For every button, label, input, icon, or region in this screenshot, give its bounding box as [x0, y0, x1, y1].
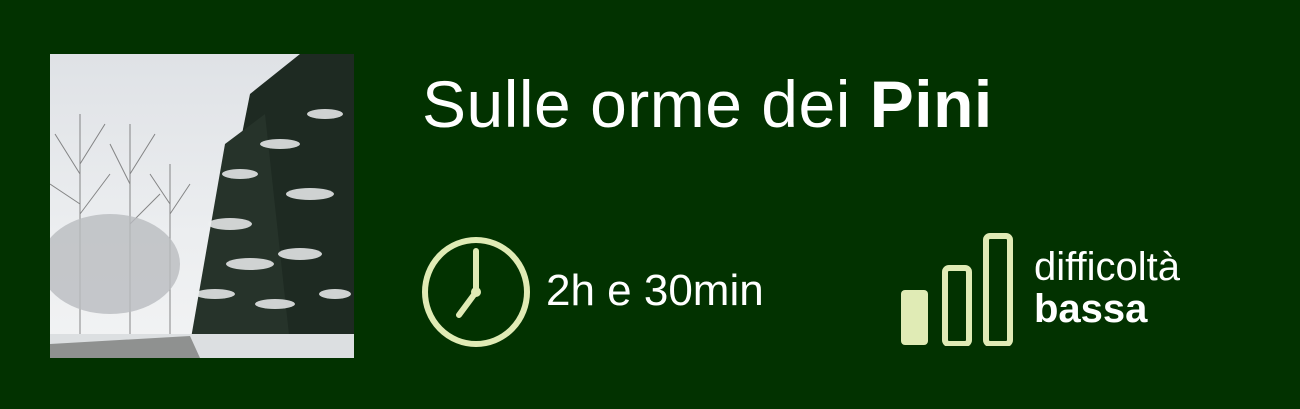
- difficulty-text: difficoltà bassa: [1034, 246, 1180, 330]
- difficulty-bar-3: [983, 233, 1013, 347]
- trail-photo: [50, 54, 354, 358]
- difficulty-label: difficoltà: [1034, 245, 1181, 289]
- clock-icon: [420, 236, 532, 353]
- snowy-pine-trees-image: [50, 54, 354, 358]
- title-bold: Pini: [869, 67, 993, 141]
- duration-text: 2h e 30min: [546, 266, 764, 315]
- difficulty-bar-2: [942, 265, 972, 347]
- difficulty-bar-1: [901, 290, 928, 345]
- difficulty-value: bassa: [1034, 287, 1148, 331]
- trail-title: Sulle orme dei Pini: [422, 66, 993, 142]
- title-regular: Sulle orme dei: [422, 67, 870, 141]
- signal-bars-icon: [900, 233, 1015, 351]
